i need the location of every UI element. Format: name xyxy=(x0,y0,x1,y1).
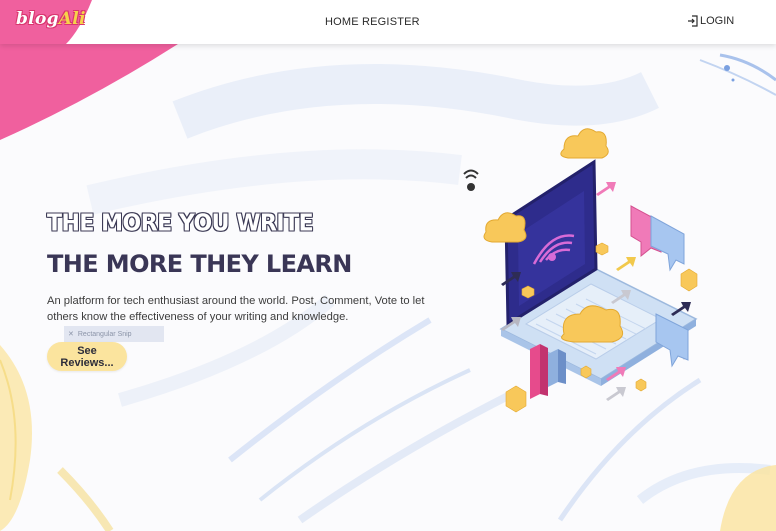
logo-text: blogAli xyxy=(16,9,86,29)
nav-register-link[interactable]: REGISTER xyxy=(362,16,420,28)
see-reviews-button[interactable]: See Reviews... xyxy=(47,342,127,371)
tooltip-text: Rectangular Snip xyxy=(77,330,132,338)
headline-line-2: THE MORE THEY LEARN xyxy=(47,250,352,278)
login-link[interactable]: LOGIN xyxy=(687,15,734,27)
logo[interactable]: blogAli xyxy=(0,0,92,44)
login-label: LOGIN xyxy=(700,15,735,27)
cloud-icon xyxy=(560,128,609,159)
navbar: blogAli HOME REGISTER LOGIN xyxy=(0,0,776,44)
snip-tooltip: ✕ Rectangular Snip xyxy=(64,326,164,342)
headline-line-1: THE MORE YOU WRITE xyxy=(47,210,314,237)
wifi-icon xyxy=(463,169,479,191)
hero-description: An platform for tech enthusiast around t… xyxy=(47,295,425,323)
login-icon xyxy=(688,15,698,27)
close-icon: ✕ xyxy=(68,331,74,338)
nav-home-link[interactable]: HOME xyxy=(325,16,359,28)
laptop-illustration xyxy=(463,128,698,413)
